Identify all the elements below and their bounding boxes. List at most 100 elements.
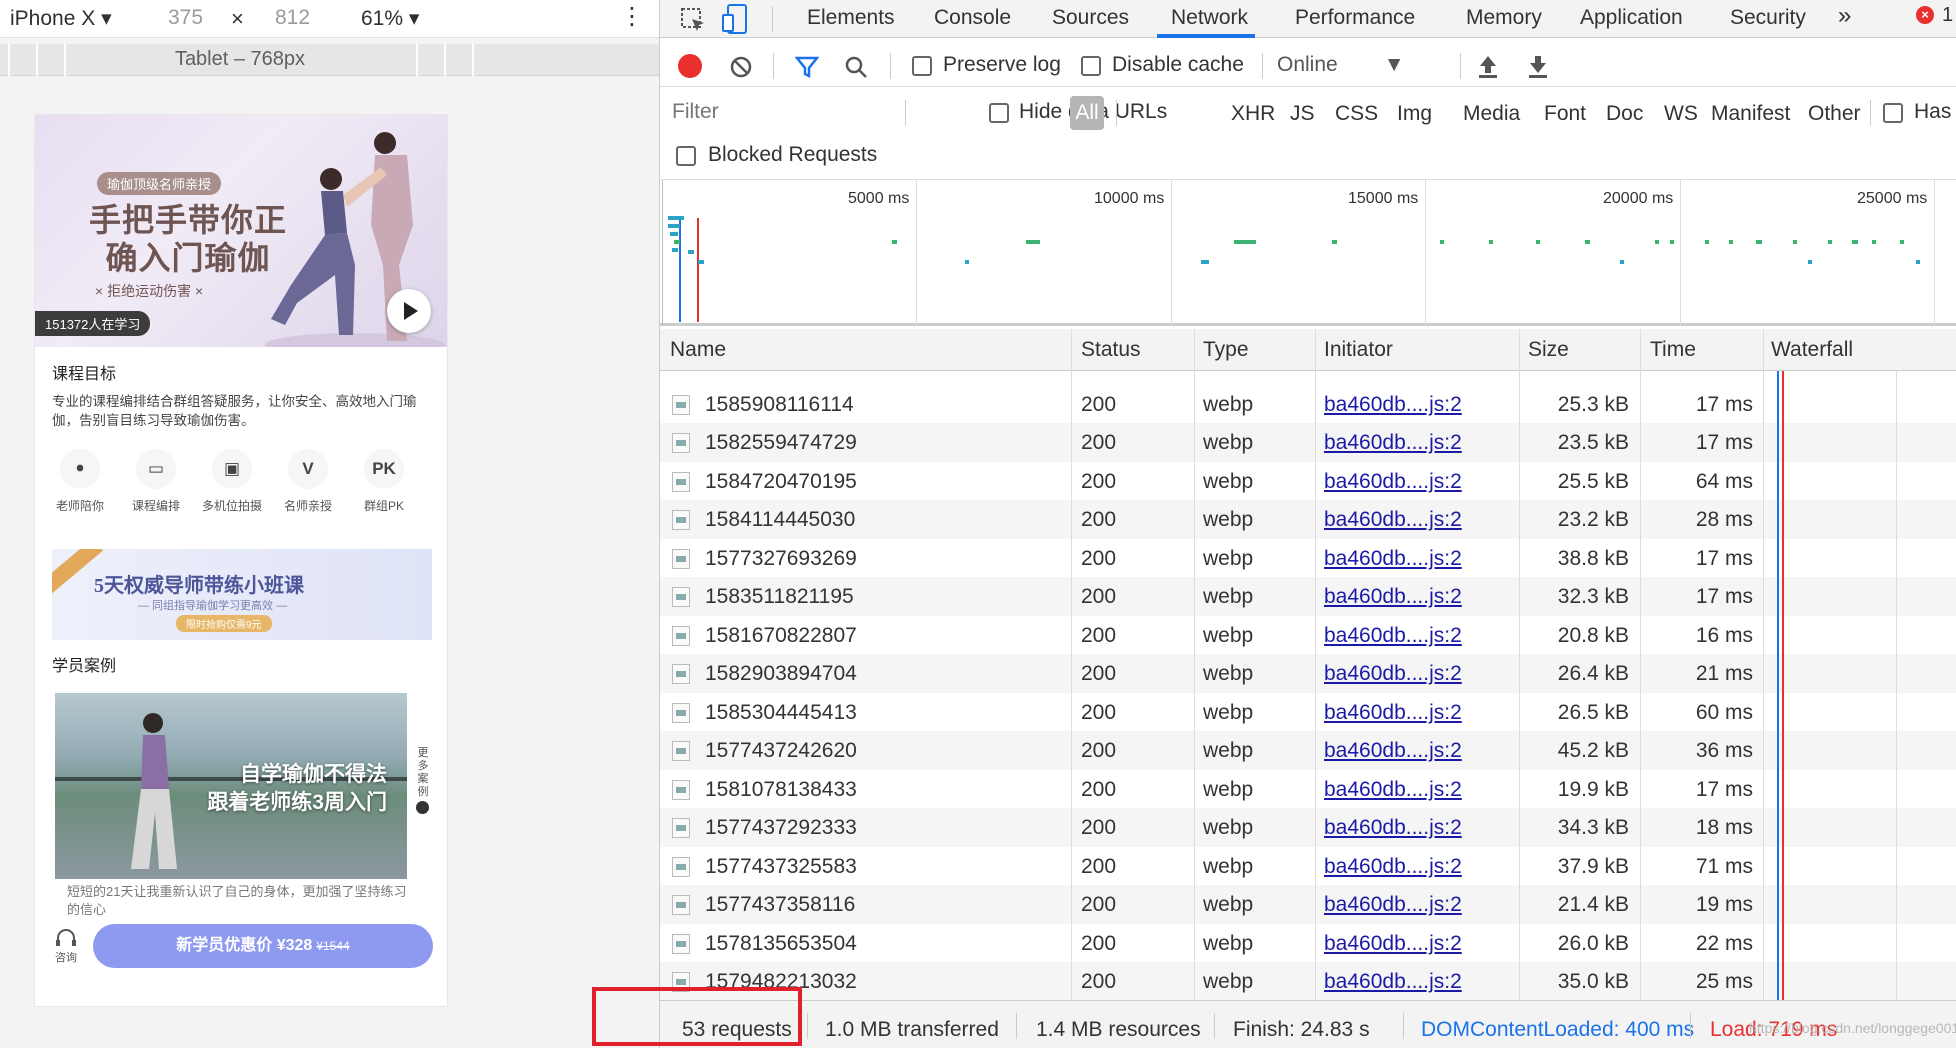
table-row[interactable]: 1582903894704 200 webp ba460db....js:2 26.4 … (660, 654, 1956, 693)
tab-memory[interactable]: Memory (1466, 6, 1542, 30)
request-name[interactable]: 1581670822807 (705, 624, 857, 648)
filter-type-css[interactable]: CSS (1335, 102, 1378, 126)
student-case-card[interactable]: 自学瑜伽不得法 跟着老师练3周入门 (55, 693, 407, 879)
table-row[interactable]: 1577437325583 200 webp ba460db....js:2 37.9 … (660, 847, 1956, 886)
hero-banner[interactable]: 瑜伽顶级名师亲授 手把手带你正确入门瑜伽 × 拒绝运动伤害 × 151372人在… (35, 115, 447, 347)
column-waterfall[interactable]: Waterfall (1771, 338, 1853, 362)
consult-button[interactable]: 咨询 (51, 927, 81, 965)
column-divider[interactable] (1071, 329, 1072, 1000)
device-toggle-icon[interactable] (722, 3, 750, 35)
more-tabs-icon[interactable]: » (1838, 2, 1851, 30)
tab-console[interactable]: Console (934, 6, 1011, 30)
table-row[interactable]: 1584114445030 200 webp ba460db....js:2 23.2 … (660, 500, 1956, 539)
more-options-icon[interactable]: ⋮ (620, 2, 644, 31)
request-initiator-link[interactable]: ba460db....js:2 (1324, 932, 1462, 956)
table-row[interactable]: 1585908116114 200 webp ba460db....js:2 25.3 … (660, 385, 1956, 424)
preserve-log-checkbox[interactable] (912, 56, 932, 76)
table-row[interactable]: 1581078138433 200 webp ba460db....js:2 19.9 … (660, 770, 1956, 809)
table-row[interactable]: 1579482213032 200 webp ba460db....js:2 35.0 … (660, 962, 1956, 1000)
column-time[interactable]: Time (1650, 338, 1696, 362)
column-initiator[interactable]: Initiator (1324, 338, 1393, 362)
arrow-right-icon[interactable] (416, 801, 429, 814)
table-row[interactable] (660, 371, 1956, 385)
feature-group-pk[interactable]: PK 群组PK (349, 449, 419, 514)
column-divider[interactable] (1194, 329, 1195, 1000)
request-name[interactable]: 1578135653504 (705, 932, 857, 956)
buy-button[interactable]: 新学员优惠价 ¥328 ¥1544 (93, 924, 433, 968)
has-blocked-cookies-checkbox[interactable] (1883, 103, 1903, 123)
request-name[interactable]: 1577327693269 (705, 547, 857, 571)
request-initiator-link[interactable]: ba460db....js:2 (1324, 778, 1462, 802)
hide-data-urls-checkbox[interactable] (989, 103, 1009, 123)
request-name[interactable]: 1582559474729 (705, 431, 857, 455)
preserve-log-label[interactable]: Preserve log (943, 53, 1061, 77)
throttling-select[interactable]: Online ▼ (1277, 53, 1405, 77)
table-row[interactable]: 1581670822807 200 webp ba460db....js:2 20.8 … (660, 616, 1956, 655)
column-divider[interactable] (1640, 329, 1641, 1000)
feature-multi-camera[interactable]: ▣ 多机位拍摄 (197, 449, 267, 514)
column-size[interactable]: Size (1528, 338, 1569, 362)
column-divider[interactable] (1315, 329, 1316, 1000)
request-initiator-link[interactable]: ba460db....js:2 (1324, 393, 1462, 417)
request-initiator-link[interactable]: ba460db....js:2 (1324, 624, 1462, 648)
export-har-icon[interactable] (1526, 54, 1550, 80)
tab-sources[interactable]: Sources (1052, 6, 1129, 30)
device-select[interactable]: iPhone X ▾ (10, 6, 112, 31)
device-height-input[interactable]: 812 (275, 6, 310, 30)
request-initiator-link[interactable]: ba460db....js:2 (1324, 547, 1462, 571)
feature-famous-teacher[interactable]: V 名师亲授 (273, 449, 343, 514)
request-initiator-link[interactable]: ba460db....js:2 (1324, 893, 1462, 917)
more-cases-link[interactable]: 更多案例 (416, 747, 430, 799)
table-row[interactable]: 1585304445413 200 webp ba460db....js:2 26.5 … (660, 693, 1956, 732)
request-initiator-link[interactable]: ba460db....js:2 (1324, 816, 1462, 840)
table-row[interactable]: 1584720470195 200 webp ba460db....js:2 25.5 … (660, 462, 1956, 501)
table-row[interactable]: 1577437292333 200 webp ba460db....js:2 34.3 … (660, 808, 1956, 847)
request-initiator-link[interactable]: ba460db....js:2 (1324, 431, 1462, 455)
filter-type-all[interactable]: All (1070, 96, 1104, 130)
request-name[interactable]: 1582903894704 (705, 662, 857, 686)
filter-type-js[interactable]: JS (1290, 102, 1315, 126)
filter-type-font[interactable]: Font (1544, 102, 1586, 126)
media-query-bar[interactable]: Tablet – 768px (0, 44, 659, 76)
device-width-input[interactable]: 375 (168, 6, 203, 30)
request-name[interactable]: 1581078138433 (705, 778, 857, 802)
column-divider[interactable] (1763, 329, 1764, 1000)
disable-cache-label[interactable]: Disable cache (1112, 53, 1244, 77)
filter-type-img[interactable]: Img (1397, 102, 1432, 126)
table-row[interactable]: 1582559474729 200 webp ba460db....js:2 23.5 … (660, 423, 1956, 462)
request-initiator-link[interactable]: ba460db....js:2 (1324, 970, 1462, 994)
table-row[interactable]: 1577327693269 200 webp ba460db....js:2 38.8 … (660, 539, 1956, 578)
request-initiator-link[interactable]: ba460db....js:2 (1324, 470, 1462, 494)
request-initiator-link[interactable]: ba460db....js:2 (1324, 701, 1462, 725)
table-row[interactable]: 1578135653504 200 webp ba460db....js:2 26.0 … (660, 924, 1956, 963)
clear-icon[interactable] (729, 55, 753, 79)
column-divider[interactable] (1519, 329, 1520, 1000)
error-icon[interactable]: × (1916, 6, 1934, 24)
request-name[interactable]: 1584720470195 (705, 470, 857, 494)
tab-application[interactable]: Application (1580, 6, 1683, 30)
filter-type-ws[interactable]: WS (1664, 102, 1698, 126)
filter-input[interactable] (668, 96, 890, 128)
error-count[interactable]: 1 (1942, 4, 1953, 27)
feature-teacher[interactable]: ꔷ 老师陪你 (45, 449, 115, 514)
disable-cache-checkbox[interactable] (1081, 56, 1101, 76)
request-name[interactable]: 1584114445030 (705, 508, 855, 532)
request-initiator-link[interactable]: ba460db....js:2 (1324, 662, 1462, 686)
table-row[interactable]: 1583511821195 200 webp ba460db....js:2 32.3 … (660, 577, 1956, 616)
filter-type-media[interactable]: Media (1463, 102, 1520, 126)
tab-performance[interactable]: Performance (1295, 6, 1415, 30)
column-status[interactable]: Status (1081, 338, 1141, 362)
table-row[interactable]: 1577437358116 200 webp ba460db....js:2 21.4 … (660, 885, 1956, 924)
has-blocked-cookies-label[interactable]: Has bl (1914, 100, 1956, 124)
filter-type-doc[interactable]: Doc (1606, 102, 1643, 126)
blocked-requests-checkbox[interactable] (676, 146, 696, 166)
request-name[interactable]: 1585908116114 (705, 393, 854, 417)
request-initiator-link[interactable]: ba460db....js:2 (1324, 585, 1462, 609)
request-name[interactable]: 1577437242620 (705, 739, 857, 763)
class-promo-banner[interactable]: 5天权威导师带练小班课 — 同组指导瑜伽学习更高效 — 限时抢购仅需9元 (52, 549, 432, 640)
request-initiator-link[interactable]: ba460db....js:2 (1324, 739, 1462, 763)
search-icon[interactable] (844, 55, 868, 79)
play-button[interactable] (387, 289, 431, 333)
request-name[interactable]: 1577437325583 (705, 855, 857, 879)
filter-type-manifest[interactable]: Manifest (1711, 102, 1790, 126)
